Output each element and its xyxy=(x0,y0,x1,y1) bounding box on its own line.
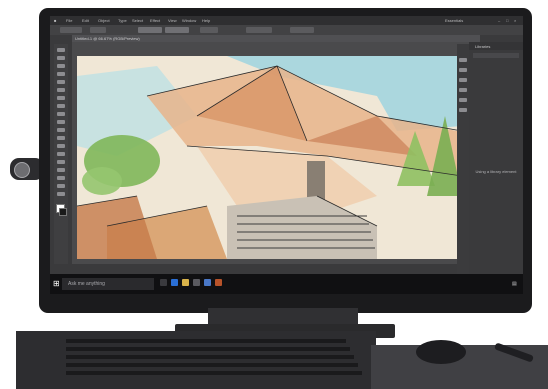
panel-dock xyxy=(457,44,469,274)
dial-puck[interactable] xyxy=(416,340,466,364)
panel-title: Libraries xyxy=(475,44,491,49)
properties-icon[interactable] xyxy=(459,58,467,62)
key-row xyxy=(66,363,358,367)
search-placeholder: Ask me anything xyxy=(68,281,105,287)
close-icon[interactable]: × xyxy=(514,18,516,23)
pencil-tool-icon[interactable] xyxy=(57,112,65,116)
display-screen: ■ File Edit Object Type Select Effect Vi… xyxy=(50,16,523,294)
pen-tool-icon[interactable] xyxy=(57,72,65,76)
menu-help[interactable]: Help xyxy=(202,18,210,23)
edge-icon[interactable] xyxy=(171,279,178,286)
tree-left xyxy=(82,167,122,195)
option-chip[interactable] xyxy=(138,27,162,33)
tools-panel xyxy=(54,44,68,264)
architecture-sketch xyxy=(77,56,462,259)
minimize-icon[interactable]: – xyxy=(498,18,500,23)
document-tab-label: Untitled-1 @ 66.67% (RGB/Preview) xyxy=(75,36,140,41)
key-row xyxy=(66,339,346,343)
library-dropdown[interactable] xyxy=(473,53,519,58)
taskbar-search[interactable]: Ask me anything xyxy=(62,278,154,290)
option-chip[interactable] xyxy=(60,27,82,33)
layers-icon[interactable] xyxy=(459,68,467,72)
menu-object[interactable]: Object xyxy=(98,18,110,23)
selection-tool-icon[interactable] xyxy=(57,48,65,52)
mail-icon[interactable] xyxy=(204,279,211,286)
key-row xyxy=(66,371,362,375)
illustrator-icon[interactable] xyxy=(215,279,222,286)
option-chip[interactable] xyxy=(200,27,218,33)
panel-header: Libraries xyxy=(469,42,523,50)
app-logo-icon: ■ xyxy=(54,18,57,23)
menu-edit[interactable]: Edit xyxy=(82,18,89,23)
artboard[interactable] xyxy=(77,56,462,259)
swatches-icon[interactable] xyxy=(459,88,467,92)
menu-view[interactable]: View xyxy=(168,18,177,23)
libraries-panel: Libraries Using a library element xyxy=(469,42,523,268)
panel-message: Using a library element xyxy=(475,169,517,174)
color-icon[interactable] xyxy=(459,78,467,82)
line-tool-icon[interactable] xyxy=(57,88,65,92)
width-tool-icon[interactable] xyxy=(57,144,65,148)
maximize-icon[interactable]: □ xyxy=(506,18,508,23)
key-row xyxy=(66,355,354,359)
brush-tool-icon[interactable] xyxy=(57,104,65,108)
store-icon[interactable] xyxy=(193,279,200,286)
magic-wand-tool-icon[interactable] xyxy=(57,64,65,68)
dial-knob xyxy=(14,162,30,178)
menu-file[interactable]: File xyxy=(66,18,72,23)
symbols-icon[interactable] xyxy=(459,108,467,112)
brushes-icon[interactable] xyxy=(459,98,467,102)
rectangle-tool-icon[interactable] xyxy=(57,96,65,100)
key-row xyxy=(66,347,350,351)
file-explorer-icon[interactable] xyxy=(182,279,189,286)
control-bar xyxy=(50,25,523,35)
type-tool-icon[interactable] xyxy=(57,80,65,84)
blend-tool-icon[interactable] xyxy=(57,176,65,180)
eyedropper-tool-icon[interactable] xyxy=(57,168,65,172)
task-view-icon[interactable] xyxy=(160,279,167,286)
menu-type[interactable]: Type xyxy=(118,18,127,23)
option-chip[interactable] xyxy=(246,27,272,33)
scale-tool-icon[interactable] xyxy=(57,136,65,140)
gradient-tool-icon[interactable] xyxy=(57,160,65,164)
menu-window[interactable]: Window xyxy=(182,18,196,23)
menu-bar: ■ File Edit Object Type Select Effect Vi… xyxy=(50,16,523,25)
option-chip[interactable] xyxy=(290,27,314,33)
workspace-switcher[interactable]: Essentials xyxy=(445,18,463,23)
menu-select[interactable]: Select xyxy=(132,18,143,23)
option-chip[interactable] xyxy=(165,27,189,33)
direct-selection-tool-icon[interactable] xyxy=(57,56,65,60)
stroke-swatch[interactable] xyxy=(59,208,67,216)
shape-builder-tool-icon[interactable] xyxy=(57,152,65,156)
windows-start-icon[interactable]: ⊞ xyxy=(53,279,60,288)
rotate-tool-icon[interactable] xyxy=(57,128,65,132)
keyboard xyxy=(16,331,376,389)
zoom-tool-icon[interactable] xyxy=(57,192,65,196)
document-tab[interactable]: Untitled-1 @ 66.67% (RGB/Preview) xyxy=(72,35,480,42)
system-tray-icon[interactable]: ▤ xyxy=(512,281,517,287)
hand-tool-icon[interactable] xyxy=(57,184,65,188)
menu-effect[interactable]: Effect xyxy=(150,18,160,23)
option-chip[interactable] xyxy=(90,27,106,33)
eraser-tool-icon[interactable] xyxy=(57,120,65,124)
